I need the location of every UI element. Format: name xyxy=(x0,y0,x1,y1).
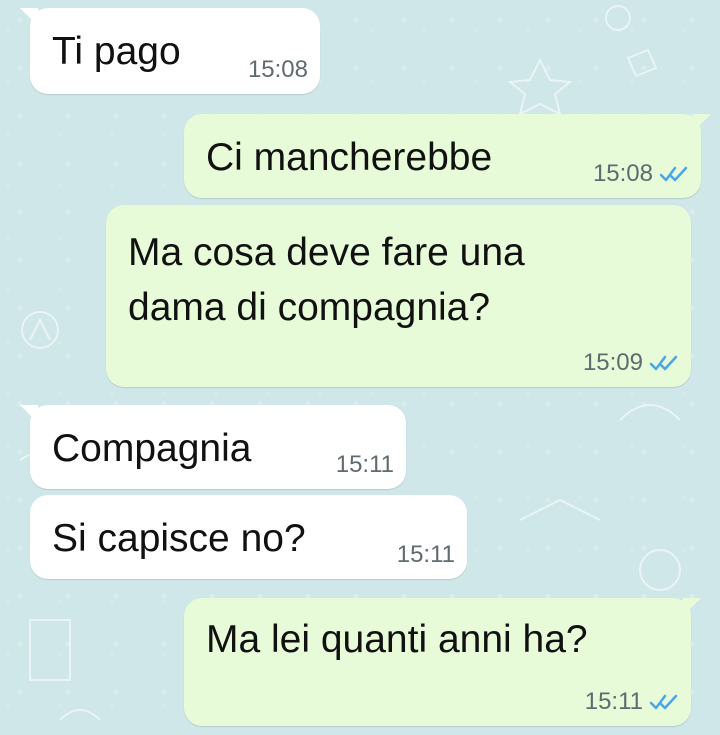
message-bubble-incoming[interactable]: Compagnia 15:11 xyxy=(20,405,406,489)
double-check-read-icon xyxy=(649,694,678,710)
message-meta: 15:11 xyxy=(336,453,394,477)
message-time: 15:11 xyxy=(584,688,643,715)
message-meta: 15:08 xyxy=(593,162,689,186)
message-meta: 15:09 xyxy=(583,351,679,375)
message-text: Ma lei quanti anni ha? xyxy=(206,618,588,661)
message-bubble-outgoing[interactable]: Ci mancherebbe 15:08 xyxy=(184,114,711,198)
chat-background: Ti pago 15:08 Ci mancherebbe 15:08 Ma co… xyxy=(0,0,720,735)
message-time: 15:11 xyxy=(335,451,394,478)
message-bubble-incoming[interactable]: Si capisce no? 15:11 xyxy=(30,495,467,579)
message-meta: 15:11 xyxy=(397,543,455,567)
message-text: Ma cosa deve fare una dama di compagnia? xyxy=(128,231,525,330)
message-text: Ci mancherebbe xyxy=(206,136,493,179)
message-bubble-outgoing[interactable]: Ma cosa deve fare una dama di compagnia?… xyxy=(106,205,691,387)
message-bubble-incoming[interactable]: Ti pago 15:08 xyxy=(20,8,320,94)
message-text: Ti pago xyxy=(52,30,181,73)
message-text: Si capisce no? xyxy=(52,517,306,560)
double-check-read-icon xyxy=(649,355,678,371)
message-time: 15:08 xyxy=(247,56,308,83)
double-check-read-icon xyxy=(659,166,688,182)
message-time: 15:09 xyxy=(582,349,643,376)
message-meta: 15:11 xyxy=(585,690,679,714)
message-bubble-outgoing[interactable]: Ma lei quanti anni ha? 15:11 xyxy=(184,598,701,726)
message-time: 15:08 xyxy=(592,160,653,187)
message-text: Compagnia xyxy=(52,427,252,470)
message-meta: 15:08 xyxy=(248,58,308,82)
message-time: 15:11 xyxy=(396,541,455,568)
